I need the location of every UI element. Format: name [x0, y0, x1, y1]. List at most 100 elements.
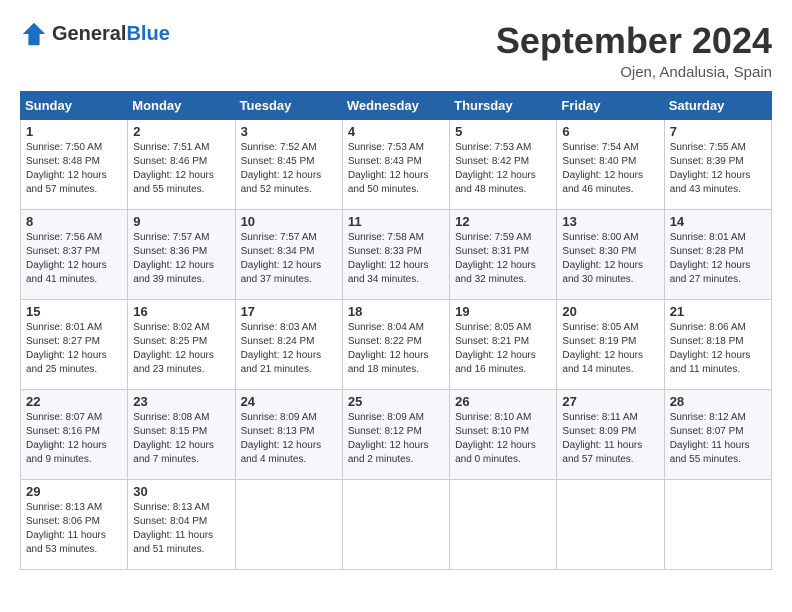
day-number: 29 — [26, 484, 122, 499]
logo-blue: Blue — [126, 23, 169, 45]
weekday-header-saturday: Saturday — [664, 92, 771, 120]
day-number: 17 — [241, 304, 337, 319]
day-number: 6 — [562, 124, 658, 139]
calendar-cell: 11 Sunrise: 7:58 AMSunset: 8:33 PMDayligh… — [342, 210, 449, 300]
calendar-cell: 29Sunrise: 8:13 AMSunset: 8:06 PMDayligh… — [21, 480, 128, 570]
day-number: 24 — [241, 394, 337, 409]
weekday-header-monday: Monday — [128, 92, 235, 120]
calendar-cell — [450, 480, 557, 570]
day-number: 26 — [455, 394, 551, 409]
day-number: 4 — [348, 124, 444, 139]
weekday-header-tuesday: Tuesday — [235, 92, 342, 120]
day-info: Sunrise: 7:57 AMSunset: 8:36 PMDaylight:… — [133, 231, 229, 287]
calendar-cell — [664, 480, 771, 570]
day-info: Sunrise: 8:02 AMSunset: 8:25 PMDaylight:… — [133, 321, 229, 377]
logo-general: General — [52, 23, 126, 45]
calendar-cell: 2Sunrise: 7:51 AMSunset: 8:46 PMDaylight… — [128, 120, 235, 210]
calendar-cell — [342, 480, 449, 570]
day-info: Sunrise: 7:57 AMSunset: 8:34 PMDaylight:… — [241, 231, 337, 287]
calendar-table: SundayMondayTuesdayWednesdayThursdayFrid… — [20, 91, 772, 570]
day-info: Sunrise: 8:09 AMSunset: 8:13 PMDaylight:… — [241, 411, 337, 467]
day-info: Sunrise: 7:58 AMSunset: 8:33 PMDaylight:… — [348, 231, 444, 287]
day-number: 22 — [26, 394, 122, 409]
calendar-cell: 24 Sunrise: 8:09 AMSunset: 8:13 PMDayligh… — [235, 390, 342, 480]
calendar-cell: 21 Sunrise: 8:06 AMSunset: 8:18 PMDayligh… — [664, 300, 771, 390]
location: Ojen, Andalusia, Spain — [496, 64, 772, 81]
day-number: 7 — [670, 124, 766, 139]
calendar-week-row: 29Sunrise: 8:13 AMSunset: 8:06 PMDayligh… — [21, 480, 772, 570]
day-number: 18 — [348, 304, 444, 319]
calendar-cell: 23 Sunrise: 8:08 AMSunset: 8:15 PMDayligh… — [128, 390, 235, 480]
day-number: 9 — [133, 214, 229, 229]
calendar-week-row: 8Sunrise: 7:56 AMSunset: 8:37 PMDaylight… — [21, 210, 772, 300]
day-info: Sunrise: 8:05 AMSunset: 8:21 PMDaylight:… — [455, 321, 551, 377]
calendar-cell: 1Sunrise: 7:50 AMSunset: 8:48 PMDaylight… — [21, 120, 128, 210]
day-number: 14 — [670, 214, 766, 229]
day-number: 8 — [26, 214, 122, 229]
day-number: 2 — [133, 124, 229, 139]
day-info: Sunrise: 7:55 AMSunset: 8:39 PMDaylight:… — [670, 141, 766, 197]
calendar-cell: 5 Sunrise: 7:53 AMSunset: 8:42 PMDaylight… — [450, 120, 557, 210]
day-number: 3 — [241, 124, 337, 139]
calendar-cell — [557, 480, 664, 570]
calendar-week-row: 1Sunrise: 7:50 AMSunset: 8:48 PMDaylight… — [21, 120, 772, 210]
calendar-cell: 13 Sunrise: 8:00 AMSunset: 8:30 PMDayligh… — [557, 210, 664, 300]
day-info: Sunrise: 8:13 AMSunset: 8:04 PMDaylight:… — [133, 501, 229, 557]
day-number: 13 — [562, 214, 658, 229]
calendar-cell: 17Sunrise: 8:03 AMSunset: 8:24 PMDayligh… — [235, 300, 342, 390]
day-info: Sunrise: 8:06 AMSunset: 8:18 PMDaylight:… — [670, 321, 766, 377]
day-number: 5 — [455, 124, 551, 139]
day-number: 16 — [133, 304, 229, 319]
day-number: 28 — [670, 394, 766, 409]
calendar-week-row: 22Sunrise: 8:07 AMSunset: 8:16 PMDayligh… — [21, 390, 772, 480]
day-info: Sunrise: 7:59 AMSunset: 8:31 PMDaylight:… — [455, 231, 551, 287]
day-number: 30 — [133, 484, 229, 499]
calendar-week-row: 15Sunrise: 8:01 AMSunset: 8:27 PMDayligh… — [21, 300, 772, 390]
calendar-cell: 18 Sunrise: 8:04 AMSunset: 8:22 PMDayligh… — [342, 300, 449, 390]
calendar-cell: 14Sunrise: 8:01 AMSunset: 8:28 PMDayligh… — [664, 210, 771, 300]
day-number: 12 — [455, 214, 551, 229]
day-info: Sunrise: 8:05 AMSunset: 8:19 PMDaylight:… — [562, 321, 658, 377]
calendar-cell: 30 Sunrise: 8:13 AMSunset: 8:04 PMDayligh… — [128, 480, 235, 570]
day-number: 27 — [562, 394, 658, 409]
day-number: 20 — [562, 304, 658, 319]
weekday-header-thursday: Thursday — [450, 92, 557, 120]
calendar-cell — [235, 480, 342, 570]
day-info: Sunrise: 7:52 AMSunset: 8:45 PMDaylight:… — [241, 141, 337, 197]
day-number: 1 — [26, 124, 122, 139]
day-info: Sunrise: 7:54 AMSunset: 8:40 PMDaylight:… — [562, 141, 658, 197]
logo-icon — [20, 20, 48, 48]
weekday-header-row: SundayMondayTuesdayWednesdayThursdayFrid… — [21, 92, 772, 120]
month-title: September 2024 — [496, 20, 772, 62]
day-number: 21 — [670, 304, 766, 319]
day-number: 19 — [455, 304, 551, 319]
weekday-header-wednesday: Wednesday — [342, 92, 449, 120]
day-info: Sunrise: 8:08 AMSunset: 8:15 PMDaylight:… — [133, 411, 229, 467]
calendar-cell: 25 Sunrise: 8:09 AMSunset: 8:12 PMDayligh… — [342, 390, 449, 480]
calendar-cell: 10 Sunrise: 7:57 AMSunset: 8:34 PMDayligh… — [235, 210, 342, 300]
day-info: Sunrise: 8:10 AMSunset: 8:10 PMDaylight:… — [455, 411, 551, 467]
calendar-cell: 27Sunrise: 8:11 AMSunset: 8:09 PMDayligh… — [557, 390, 664, 480]
day-number: 15 — [26, 304, 122, 319]
calendar-cell: 8Sunrise: 7:56 AMSunset: 8:37 PMDaylight… — [21, 210, 128, 300]
logo: GeneralBlue — [20, 20, 170, 48]
title-block: September 2024 Ojen, Andalusia, Spain — [496, 20, 772, 81]
day-info: Sunrise: 8:12 AMSunset: 8:07 PMDaylight:… — [670, 411, 766, 467]
calendar-cell: 16 Sunrise: 8:02 AMSunset: 8:25 PMDayligh… — [128, 300, 235, 390]
day-info: Sunrise: 7:53 AMSunset: 8:42 PMDaylight:… — [455, 141, 551, 197]
calendar-cell: 3 Sunrise: 7:52 AMSunset: 8:45 PMDaylight… — [235, 120, 342, 210]
day-number: 23 — [133, 394, 229, 409]
calendar-cell: 6 Sunrise: 7:54 AMSunset: 8:40 PMDaylight… — [557, 120, 664, 210]
calendar-cell: 20 Sunrise: 8:05 AMSunset: 8:19 PMDayligh… — [557, 300, 664, 390]
day-number: 10 — [241, 214, 337, 229]
day-number: 25 — [348, 394, 444, 409]
day-info: Sunrise: 8:09 AMSunset: 8:12 PMDaylight:… — [348, 411, 444, 467]
calendar-cell: 9 Sunrise: 7:57 AMSunset: 8:36 PMDaylight… — [128, 210, 235, 300]
calendar-cell: 28 Sunrise: 8:12 AMSunset: 8:07 PMDayligh… — [664, 390, 771, 480]
day-info: Sunrise: 8:04 AMSunset: 8:22 PMDaylight:… — [348, 321, 444, 377]
day-info: Sunrise: 8:00 AMSunset: 8:30 PMDaylight:… — [562, 231, 658, 287]
calendar-cell: 12 Sunrise: 7:59 AMSunset: 8:31 PMDayligh… — [450, 210, 557, 300]
calendar-cell: 4Sunrise: 7:53 AMSunset: 8:43 PMDaylight… — [342, 120, 449, 210]
day-number: 11 — [348, 214, 444, 229]
calendar-cell: 7 Sunrise: 7:55 AMSunset: 8:39 PMDaylight… — [664, 120, 771, 210]
